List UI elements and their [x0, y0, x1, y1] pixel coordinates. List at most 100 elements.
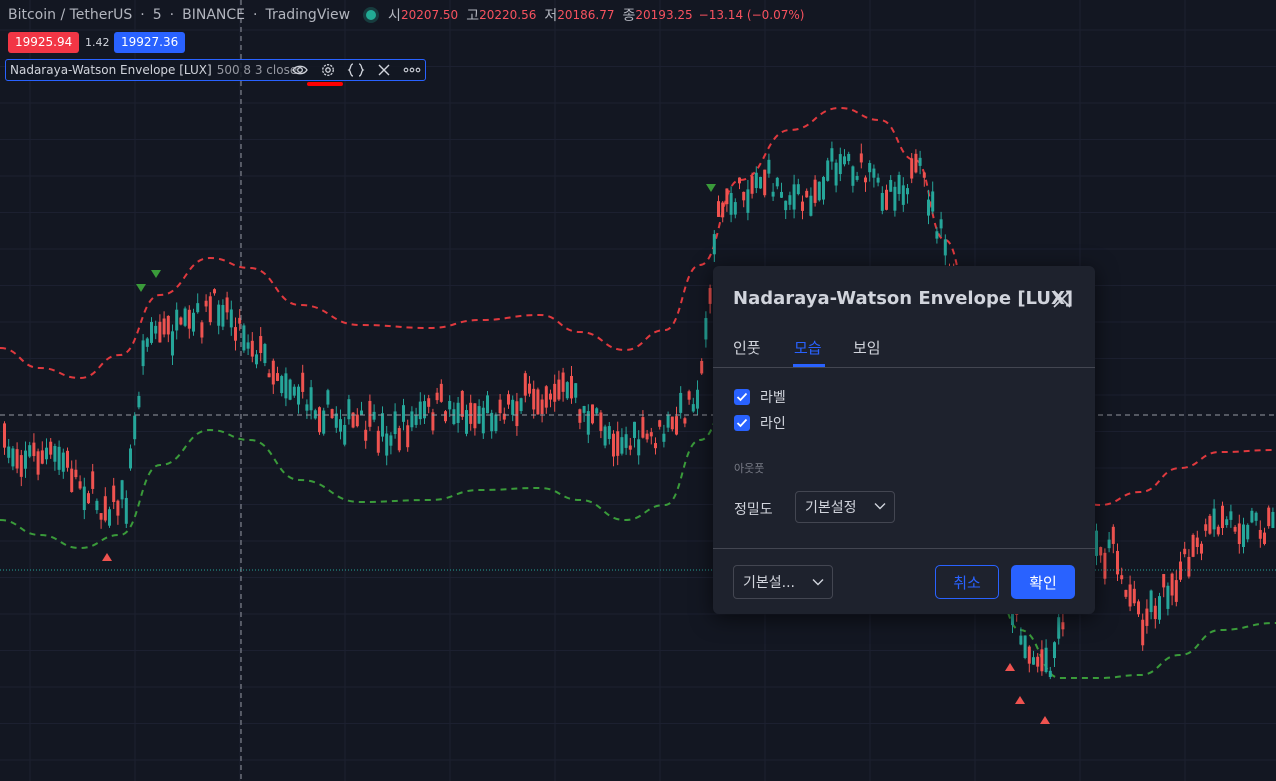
candle-body — [607, 426, 611, 439]
candle-body — [1242, 524, 1245, 547]
symbol-name[interactable]: Bitcoin / TetherUS — [8, 7, 132, 23]
more-icon[interactable] — [402, 61, 422, 79]
checkbox-row-labels[interactable]: 라벨 — [734, 387, 786, 407]
candle-body — [767, 159, 771, 174]
cancel-button[interactable]: 취소 — [935, 565, 999, 599]
candle-body — [74, 469, 78, 478]
indicator-settings-dialog: Nadaraya-Watson Envelope [LUX] 인풋 모습 보임 … — [713, 266, 1095, 614]
candle-body — [759, 176, 762, 189]
candle-body — [691, 404, 695, 412]
ohlc-low-value: 20186.77 — [557, 8, 615, 22]
candle-body — [696, 389, 699, 409]
candle-body — [145, 338, 149, 347]
candle-body — [334, 413, 338, 428]
candle-body — [129, 448, 132, 469]
red-annotation-underline — [307, 82, 343, 86]
tab-visibility[interactable]: 보임 — [853, 337, 881, 358]
candle-body — [355, 414, 359, 427]
source-code-icon[interactable] — [346, 61, 366, 79]
sell-signal-marker — [706, 184, 716, 192]
candle-body — [250, 340, 254, 357]
checkbox-lines[interactable] — [734, 415, 750, 431]
eye-icon[interactable] — [290, 61, 310, 79]
candle-body — [204, 300, 208, 307]
buy-price-button[interactable]: 19927.36 — [114, 32, 186, 53]
candle-body — [1174, 580, 1178, 602]
close-icon[interactable] — [1051, 288, 1073, 310]
checkbox-row-lines[interactable]: 라인 — [734, 413, 786, 433]
candle-body — [1061, 622, 1065, 630]
candle-body — [498, 399, 502, 414]
candle-body — [704, 318, 708, 340]
candle-body — [591, 404, 594, 424]
candle-body — [771, 191, 775, 197]
candle-body — [481, 407, 485, 434]
candle-body — [620, 437, 624, 454]
spread-value: 1.42 — [85, 36, 110, 49]
defaults-label: 기본설... — [743, 575, 795, 591]
candle-body — [939, 219, 943, 229]
indicator-legend[interactable]: Nadaraya-Watson Envelope [LUX] 500 8 3 c… — [5, 59, 426, 81]
defaults-dropdown[interactable]: 기본설... — [733, 565, 833, 599]
candle-body — [162, 318, 166, 335]
candle-body — [1040, 649, 1044, 672]
candle-body — [1271, 511, 1275, 528]
candle-body — [780, 191, 783, 198]
candle-body — [448, 400, 452, 410]
candle-body — [826, 160, 830, 181]
candle-body — [901, 185, 905, 205]
candle-body — [196, 303, 200, 313]
candle-body — [910, 158, 914, 179]
candle-body — [360, 410, 363, 415]
candle-body — [15, 449, 19, 469]
candle-body — [599, 412, 603, 431]
candle-body — [792, 184, 796, 210]
candle-body — [1263, 532, 1266, 544]
close-icon[interactable] — [374, 61, 394, 79]
candle-body — [1179, 561, 1182, 580]
candle-body — [418, 401, 422, 420]
precision-select[interactable]: 기본설정 — [795, 491, 895, 523]
ok-button[interactable]: 확인 — [1011, 565, 1075, 599]
candle-body — [423, 401, 426, 419]
candle-body — [368, 400, 372, 427]
indicator-name[interactable]: Nadaraya-Watson Envelope [LUX] — [10, 63, 212, 77]
output-section-title: 아웃풋 — [734, 462, 765, 475]
ohlc-change: −13.14 (−0.07%) — [698, 8, 805, 22]
sell-price-button[interactable]: 19925.94 — [8, 32, 80, 53]
candle-body — [733, 202, 737, 215]
candle-body — [150, 321, 153, 343]
candle-body — [381, 413, 384, 437]
interval[interactable]: 5 — [153, 7, 162, 23]
candle-body — [805, 190, 809, 198]
tab-style[interactable]: 모습 — [794, 337, 822, 358]
candle-body — [242, 325, 246, 351]
candle-body — [654, 443, 657, 449]
candle-body — [1204, 524, 1208, 531]
gear-icon[interactable] — [318, 61, 338, 79]
tab-inputs[interactable]: 인풋 — [733, 337, 761, 358]
candle-body — [292, 386, 296, 396]
candle-body — [116, 500, 120, 516]
candle-body — [1166, 585, 1170, 609]
candle-body — [935, 231, 939, 239]
candle-body — [213, 289, 216, 294]
candle-body — [246, 342, 250, 349]
candle-body — [1267, 507, 1271, 527]
candle-body — [410, 411, 414, 428]
ohlc-close-label: 종 — [622, 8, 636, 24]
candle-body — [1103, 552, 1107, 579]
candle-body — [675, 416, 678, 435]
candle-body — [61, 452, 65, 472]
candle-body — [49, 441, 53, 455]
candle-body — [1208, 515, 1212, 534]
candle-body — [435, 392, 439, 401]
candle-body — [1099, 547, 1103, 556]
candle-body — [45, 447, 48, 460]
exchange: BINANCE — [182, 7, 245, 23]
checkbox-labels[interactable] — [734, 389, 750, 405]
candle-body — [439, 383, 443, 402]
candle-body — [166, 315, 170, 335]
data-source: TradingView — [265, 7, 351, 23]
market-status-icon[interactable] — [366, 10, 377, 20]
